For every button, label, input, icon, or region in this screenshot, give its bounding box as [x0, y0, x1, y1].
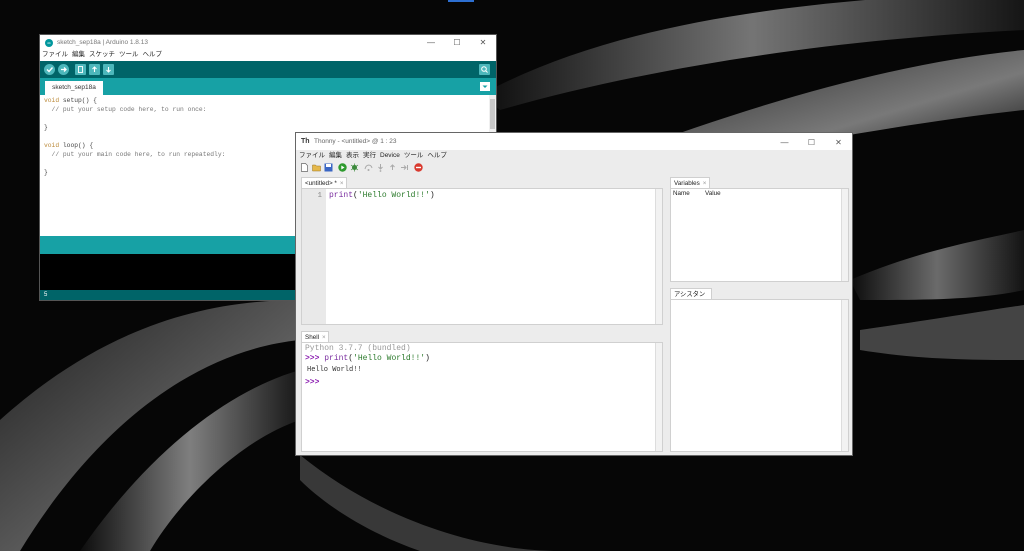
chevron-down-icon — [482, 85, 488, 88]
thonny-titlebar: Th Thonny - <untitled> @ 1 : 23 — ☐ ✕ — [296, 133, 852, 150]
code-line: print('Hello World!!') — [329, 191, 435, 200]
step-into-icon[interactable] — [376, 163, 385, 172]
serial-monitor-button[interactable] — [479, 64, 490, 75]
resume-icon[interactable] — [400, 163, 409, 172]
step-over-icon[interactable] — [364, 163, 373, 172]
variables-panel: Name Value — [670, 188, 849, 282]
thonny-window: Th Thonny - <untitled> @ 1 : 23 — ☐ ✕ ファ… — [296, 133, 852, 455]
menu-edit[interactable]: 編集 — [72, 50, 85, 60]
maximize-button[interactable]: ☐ — [444, 35, 470, 50]
menu-help[interactable]: ヘルプ — [143, 50, 163, 60]
shell-version-line: Python 3.7.7 (bundled) — [305, 344, 411, 353]
close-button[interactable]: ✕ — [470, 35, 496, 50]
menu-sketch[interactable]: スケッチ — [89, 50, 115, 60]
tab-editor-untitled[interactable]: <untitled> * × — [301, 177, 347, 188]
arrow-up-icon — [92, 66, 97, 72]
assistant-panel — [670, 299, 849, 452]
step-out-icon[interactable] — [388, 163, 397, 172]
line-number-gutter: 1 — [302, 189, 326, 324]
svg-text:∞: ∞ — [47, 40, 50, 45]
check-icon — [46, 67, 54, 73]
maximize-button[interactable]: ☐ — [798, 134, 825, 149]
line-number-indicator: 5 — [44, 292, 48, 298]
stop-icon[interactable] — [414, 163, 423, 172]
shell-output-line: Hello World!! — [307, 366, 362, 374]
shell-command-line: >>> print('Hello World!!') — [305, 354, 430, 363]
variables-column-value[interactable]: Value — [705, 190, 721, 197]
assistant-scrollbar[interactable] — [841, 300, 848, 451]
close-tab-icon[interactable]: × — [340, 180, 344, 187]
new-file-icon — [78, 66, 83, 73]
open-sketch-button[interactable] — [89, 64, 100, 75]
close-button[interactable]: ✕ — [825, 134, 852, 149]
thonny-menubar: ファイル 編集 表示 実行 Device ツール ヘルプ — [296, 150, 852, 161]
code-line: // put your main code here, to run repea… — [44, 151, 226, 158]
tab-assistant[interactable]: アシスタント× — [670, 288, 712, 309]
open-folder-icon[interactable] — [312, 163, 321, 172]
menu-help[interactable]: ヘルプ — [427, 150, 447, 161]
menu-view[interactable]: 表示 — [346, 150, 359, 161]
minimize-button[interactable]: — — [771, 134, 798, 149]
save-icon[interactable] — [324, 163, 333, 172]
run-icon[interactable] — [338, 163, 347, 172]
arduino-titlebar: ∞ sketch_sep18a | Arduino 1.8.13 — ☐ ✕ — [40, 35, 496, 50]
tab-shell[interactable]: Shell × — [301, 331, 329, 342]
arrow-down-icon — [106, 67, 111, 73]
thonny-window-title: Thonny - <untitled> @ 1 : 23 — [314, 138, 397, 145]
variables-column-name[interactable]: Name — [673, 190, 690, 197]
new-file-icon[interactable] — [300, 163, 309, 172]
thonny-logo-icon: Th — [301, 138, 310, 145]
variables-tab-label: Variables — [674, 180, 700, 187]
minimize-button[interactable]: — — [418, 35, 444, 50]
thonny-toolbar — [296, 161, 852, 175]
code-line: } — [44, 124, 48, 131]
menu-device[interactable]: Device — [380, 150, 400, 161]
code-editor[interactable]: 1 print('Hello World!!') — [301, 188, 663, 325]
menu-run[interactable]: 実行 — [363, 150, 376, 161]
editor-scrollbar[interactable] — [655, 189, 662, 324]
close-tab-icon[interactable]: × — [703, 180, 707, 187]
verify-button[interactable] — [44, 64, 55, 75]
menu-tools[interactable]: ツール — [404, 150, 424, 161]
close-tab-icon[interactable]: × — [322, 334, 326, 341]
code-line: void setup() { — [44, 97, 97, 104]
variables-scrollbar[interactable] — [841, 189, 848, 281]
new-sketch-button[interactable] — [75, 64, 86, 75]
arduino-window-title: sketch_sep18a | Arduino 1.8.13 — [57, 39, 148, 46]
magnifier-icon — [481, 66, 488, 73]
menu-tools[interactable]: ツール — [119, 50, 139, 60]
arduino-toolbar — [40, 61, 496, 78]
shell-prompt-line[interactable]: >>> — [305, 378, 319, 387]
code-line: void loop() { — [44, 142, 94, 149]
menu-file[interactable]: ファイル — [42, 50, 68, 60]
upload-button[interactable] — [58, 64, 69, 75]
code-line: } — [44, 169, 48, 176]
arduino-logo-icon: ∞ — [45, 38, 53, 47]
arduino-menubar: ファイル 編集 スケッチ ツール ヘルプ — [40, 50, 496, 60]
tab-menu-button[interactable] — [480, 82, 490, 91]
menu-edit[interactable]: 編集 — [329, 150, 342, 161]
shell-scrollbar[interactable] — [655, 343, 662, 451]
tab-variables[interactable]: Variables × — [670, 177, 710, 188]
arduino-tabstrip: sketch_sep18a — [40, 78, 496, 95]
save-sketch-button[interactable] — [103, 64, 114, 75]
debug-icon[interactable] — [350, 163, 359, 172]
line-number: 1 — [317, 192, 322, 200]
menu-file[interactable]: ファイル — [299, 150, 325, 161]
shell-panel[interactable]: Python 3.7.7 (bundled) >>> print('Hello … — [301, 342, 663, 452]
arrow-right-icon — [61, 67, 67, 72]
code-line: // put your setup code here, to run once… — [44, 106, 207, 113]
editor-tab-label: <untitled> * — [305, 180, 337, 187]
shell-tab-label: Shell — [305, 334, 320, 341]
sketch-tab[interactable]: sketch_sep18a — [45, 81, 103, 95]
